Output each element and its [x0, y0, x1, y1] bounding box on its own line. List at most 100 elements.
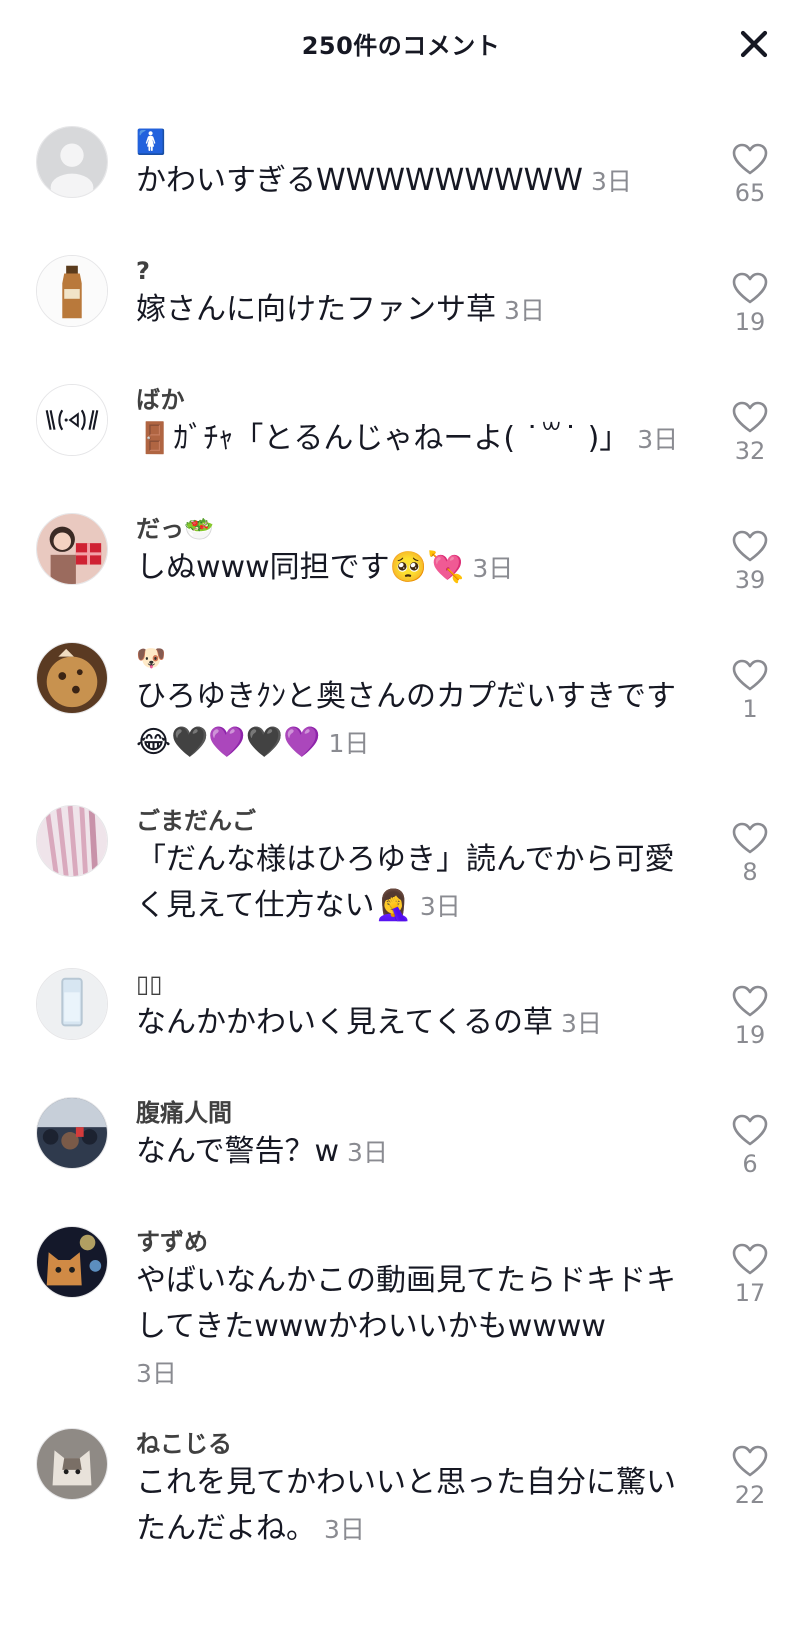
comment-username[interactable]: ? [136, 255, 696, 287]
avatar[interactable] [36, 1097, 108, 1169]
heart-outline-icon [732, 1114, 768, 1146]
like-button[interactable]: 19 [722, 984, 778, 1052]
comment-text-body: なんかかわいく見えてくるの草 [136, 1005, 553, 1040]
comment-username[interactable]: ねこじる [136, 1428, 696, 1460]
comment-time: 3日 [136, 1359, 177, 1388]
comment-count-title: 250件のコメント [301, 32, 501, 60]
comment-text: しぬwww同担です🥺💘 3日 [136, 545, 696, 592]
avatar[interactable] [36, 513, 108, 585]
comment-time: 3日 [561, 1009, 602, 1038]
heart-outline-icon [732, 659, 768, 691]
heart-outline-icon [732, 143, 768, 175]
comment-text-body: 🚪ｶﾞﾁｬ「とるんじゃねーよ( ˙꒳˙ )」 [136, 421, 630, 456]
close-icon [740, 30, 768, 58]
comment-item: 腹痛人間 なんで警告？w 3日 6 [0, 1083, 802, 1212]
like-count: 8 [742, 858, 758, 886]
like-button[interactable]: 17 [722, 1242, 778, 1310]
girl-gift-avatar-icon [37, 514, 107, 584]
comment-time: 3日 [472, 554, 514, 583]
comment-text: ひろゆきｸﾝと奥さんのカプだいすきです😂🖤💜🖤💜 1日 [136, 674, 696, 767]
comment-time: 1日 [328, 729, 370, 758]
comment-text-body: かわいすぎるWWWWWWWWW [136, 163, 583, 198]
comment-text-body: なんで警告？w [136, 1134, 340, 1169]
like-button[interactable]: 32 [722, 400, 778, 468]
comment-username[interactable]: ばか [136, 384, 696, 416]
comment-text-body: これを見てかわいいと思った自分に驚いたんだよね。 [136, 1465, 676, 1546]
comment-item: 🚺 かわいすぎるWWWWWWWWW 3日 65 [0, 112, 802, 241]
like-button[interactable]: 65 [722, 142, 778, 210]
like-count: 65 [734, 179, 766, 207]
avatar[interactable] [36, 968, 108, 1040]
kaomoji-avatar-icon [37, 385, 107, 455]
like-button[interactable]: 22 [722, 1444, 778, 1512]
comment-text: かわいすぎるWWWWWWWWW 3日 [136, 158, 696, 205]
like-count: 1 [742, 695, 758, 723]
comment-username[interactable]: ▯▯ [136, 968, 696, 1000]
comment-username[interactable]: 腹痛人間 [136, 1097, 696, 1129]
comment-username[interactable]: だっ🥗 [136, 513, 696, 545]
cat-grey-avatar-icon [37, 1429, 107, 1499]
comments-header: 250件のコメント [0, 0, 802, 88]
like-count: 32 [734, 437, 766, 465]
comment-text: やばいなんかこの動画見てたらドキドキしてきたwwwかわいいかもwwww 3日 [136, 1258, 696, 1397]
like-button[interactable]: 8 [722, 821, 778, 889]
comment-username[interactable]: すずめ [136, 1226, 696, 1258]
comment-time: 3日 [347, 1138, 388, 1167]
comment-item: 🐶 ひろゆきｸﾝと奥さんのカプだいすきです😂🖤💜🖤💜 1日 1 [0, 628, 802, 791]
comment-text-body: しぬwww同担です🥺💘 [136, 550, 465, 585]
comment-username[interactable]: 🚺 [136, 126, 696, 158]
heart-outline-icon [732, 985, 768, 1017]
comment-username[interactable]: ごまだんご [136, 805, 696, 837]
default-avatar-icon [37, 127, 107, 197]
heart-outline-icon [732, 1445, 768, 1477]
like-button[interactable]: 39 [722, 529, 778, 597]
comment-item: ばか 🚪ｶﾞﾁｬ「とるんじゃねーよ( ˙꒳˙ )」 3日 32 [0, 370, 802, 499]
like-count: 39 [734, 566, 766, 594]
avatar[interactable] [36, 642, 108, 714]
avatar[interactable] [36, 1226, 108, 1298]
comment-item: ねこじる これを見てかわいいと思った自分に驚いたんだよね。 3日 22 [0, 1414, 802, 1574]
avatar[interactable] [36, 126, 108, 198]
pink-curtain-avatar-icon [37, 806, 107, 876]
comment-text-body: 嫁さんに向けたファンサ草 [136, 292, 496, 327]
comment-time: 3日 [637, 425, 679, 454]
comment-text: これを見てかわいいと思った自分に驚いたんだよね。 3日 [136, 1460, 696, 1553]
avatar[interactable] [36, 384, 108, 456]
comment-time: 3日 [590, 167, 632, 196]
like-button[interactable]: 6 [722, 1113, 778, 1181]
comment-username[interactable]: 🐶 [136, 642, 696, 674]
like-count: 19 [734, 308, 766, 336]
like-count: 22 [734, 1481, 766, 1509]
like-count: 19 [734, 1021, 766, 1049]
like-button[interactable]: 19 [722, 271, 778, 339]
comment-time: 3日 [419, 892, 461, 921]
comment-text: 嫁さんに向けたファンサ草 3日 [136, 287, 696, 334]
cat-bokeh-avatar-icon [37, 1227, 107, 1297]
comment-text: 🚪ｶﾞﾁｬ「とるんじゃねーよ( ˙꒳˙ )」 3日 [136, 416, 696, 463]
avatar[interactable] [36, 1428, 108, 1500]
comment-text: なんかかわいく見えてくるの草 3日 [136, 1000, 696, 1047]
like-button[interactable]: 1 [722, 658, 778, 726]
cookie-avatar-icon [37, 643, 107, 713]
tea-bottle-icon [37, 256, 107, 326]
comment-text-body: 「だんな様はひろゆき」読んでから可愛く見えて仕方ない🤦‍♀️ [136, 842, 675, 923]
avatar[interactable] [36, 805, 108, 877]
comment-text-body: ひろゆきｸﾝと奥さんのカプだいすきです😂🖤💜🖤💜 [136, 679, 676, 760]
heart-outline-icon [732, 530, 768, 562]
crowd-avatar-icon [37, 1098, 107, 1168]
close-button[interactable] [734, 24, 774, 64]
heart-outline-icon [732, 272, 768, 304]
comment-item: ごまだんご 「だんな様はひろゆき」読んでから可愛く見えて仕方ない🤦‍♀️ 3日 8 [0, 791, 802, 954]
heart-outline-icon [732, 401, 768, 433]
comment-list[interactable]: 🚺 かわいすぎるWWWWWWWWW 3日 65 ? 嫁さんに向けたファンサ草 3日 … [0, 112, 802, 1574]
comment-time: 3日 [324, 1515, 365, 1544]
comment-time: 3日 [504, 296, 545, 325]
heart-outline-icon [732, 1243, 768, 1275]
like-count: 17 [734, 1279, 766, 1307]
like-count: 6 [742, 1150, 758, 1178]
comment-item: すずめ やばいなんかこの動画見てたらドキドキしてきたwwwかわいいかもwwww 3… [0, 1212, 802, 1414]
comment-item: ? 嫁さんに向けたファンサ草 3日 19 [0, 241, 802, 370]
comment-item: だっ🥗 しぬwww同担です🥺💘 3日 39 [0, 499, 802, 628]
avatar[interactable] [36, 255, 108, 327]
comment-text-body: やばいなんかこの動画見てたらドキドキしてきたwwwかわいいかもwwww [136, 1263, 676, 1344]
